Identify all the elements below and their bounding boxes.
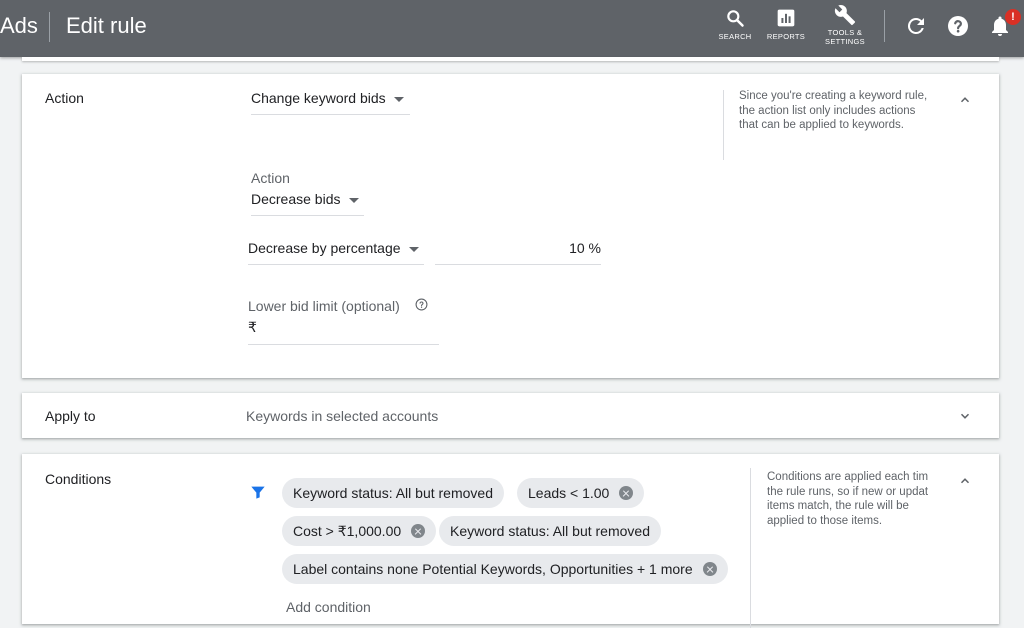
remove-chip-icon[interactable] xyxy=(619,486,634,501)
conditions-card: Conditions Keyword status: All but remov… xyxy=(22,454,999,628)
filter-icon xyxy=(251,486,265,499)
condition-chip[interactable]: Keyword status: All but removed xyxy=(282,478,504,508)
action-section-label: Action xyxy=(45,90,84,106)
condition-chip-text: Label contains none Potential Keywords, … xyxy=(293,561,693,577)
dropdown-arrow-icon xyxy=(408,246,419,252)
action-sublabel: Action xyxy=(251,170,290,186)
header-divider-right xyxy=(884,10,885,42)
condition-chip-text: Keyword status: All but removed xyxy=(293,485,493,501)
search-icon xyxy=(727,10,744,27)
currency-symbol: ₹ xyxy=(248,319,257,335)
lower-bid-limit-label: Lower bid limit (optional) xyxy=(248,298,400,314)
dropdown-arrow-icon xyxy=(348,197,359,203)
dropdown-arrow-icon xyxy=(393,96,404,102)
condition-chip[interactable]: Label contains none Potential Keywords, … xyxy=(282,554,728,584)
condition-chip-text: Keyword status: All but removed xyxy=(450,523,650,539)
amount-unit: % xyxy=(588,240,601,256)
remove-chip-icon[interactable] xyxy=(411,524,426,539)
amount-field[interactable]: 10 % xyxy=(435,240,601,265)
help-divider xyxy=(723,90,724,160)
lower-bid-limit-input[interactable]: ₹ xyxy=(248,319,439,345)
reports-icon xyxy=(777,9,795,27)
remove-chip-icon[interactable] xyxy=(702,562,717,577)
reports-tool-label: REPORTS xyxy=(766,32,806,41)
help-divider xyxy=(750,468,751,628)
conditions-label: Conditions xyxy=(45,471,112,487)
action-help-text: Since you're creating a keyword rule, th… xyxy=(739,90,928,131)
reports-tool-button[interactable]: REPORTS xyxy=(756,8,816,41)
rule-action-value: Change keyword bids xyxy=(251,90,386,106)
condition-chip-text: Cost > ₹1,000.00 xyxy=(293,523,402,539)
action-type-dropdown[interactable]: Decrease bids xyxy=(251,191,364,216)
apply-to-label: Apply to xyxy=(45,408,96,424)
chevron-down-icon[interactable] xyxy=(958,409,972,423)
tools-settings-button[interactable]: TOOLS & SETTINGS xyxy=(815,4,875,46)
help-icon[interactable] xyxy=(946,14,970,38)
tools-settings-label-line1: TOOLS & xyxy=(827,28,863,37)
rule-action-dropdown[interactable]: Change keyword bids xyxy=(251,90,410,115)
chevron-up-icon[interactable] xyxy=(958,93,972,107)
action-card: Action Change keyword bids Action Decrea… xyxy=(22,74,999,378)
previous-card-edge xyxy=(22,57,999,61)
add-condition-link[interactable]: Add condition xyxy=(286,599,371,615)
apply-to-value: Keywords in selected accounts xyxy=(246,408,439,424)
condition-chip[interactable]: Cost > ₹1,000.00 xyxy=(282,516,437,546)
condition-chip[interactable]: Keyword status: All but removed xyxy=(439,516,661,546)
apply-to-card[interactable]: Apply to Keywords in selected accounts xyxy=(22,393,999,438)
condition-chip[interactable]: Leads < 1.00 xyxy=(517,478,645,508)
product-name[interactable]: Ads xyxy=(0,13,38,39)
chevron-up-icon[interactable] xyxy=(958,474,972,488)
adjustment-method-value: Decrease by percentage xyxy=(248,240,401,256)
info-help-icon[interactable] xyxy=(415,298,428,311)
action-type-value: Decrease bids xyxy=(251,191,341,207)
condition-chip-text: Leads < 1.00 xyxy=(528,485,610,501)
top-app-bar: Ads Edit rule SEARCH REPORTS TOOLS & SET… xyxy=(0,0,1024,57)
wrench-icon xyxy=(834,5,856,26)
amount-value: 10 xyxy=(569,240,585,256)
refresh-icon[interactable] xyxy=(904,14,928,38)
adjustment-method-dropdown[interactable]: Decrease by percentage xyxy=(248,240,424,265)
header-divider xyxy=(49,12,50,42)
notification-badge: ! xyxy=(1005,9,1021,25)
conditions-help-text: Conditions are applied each tim the rule… xyxy=(767,471,929,527)
page-title: Edit rule xyxy=(66,13,147,38)
tools-settings-label-line2: SETTINGS xyxy=(825,37,865,46)
